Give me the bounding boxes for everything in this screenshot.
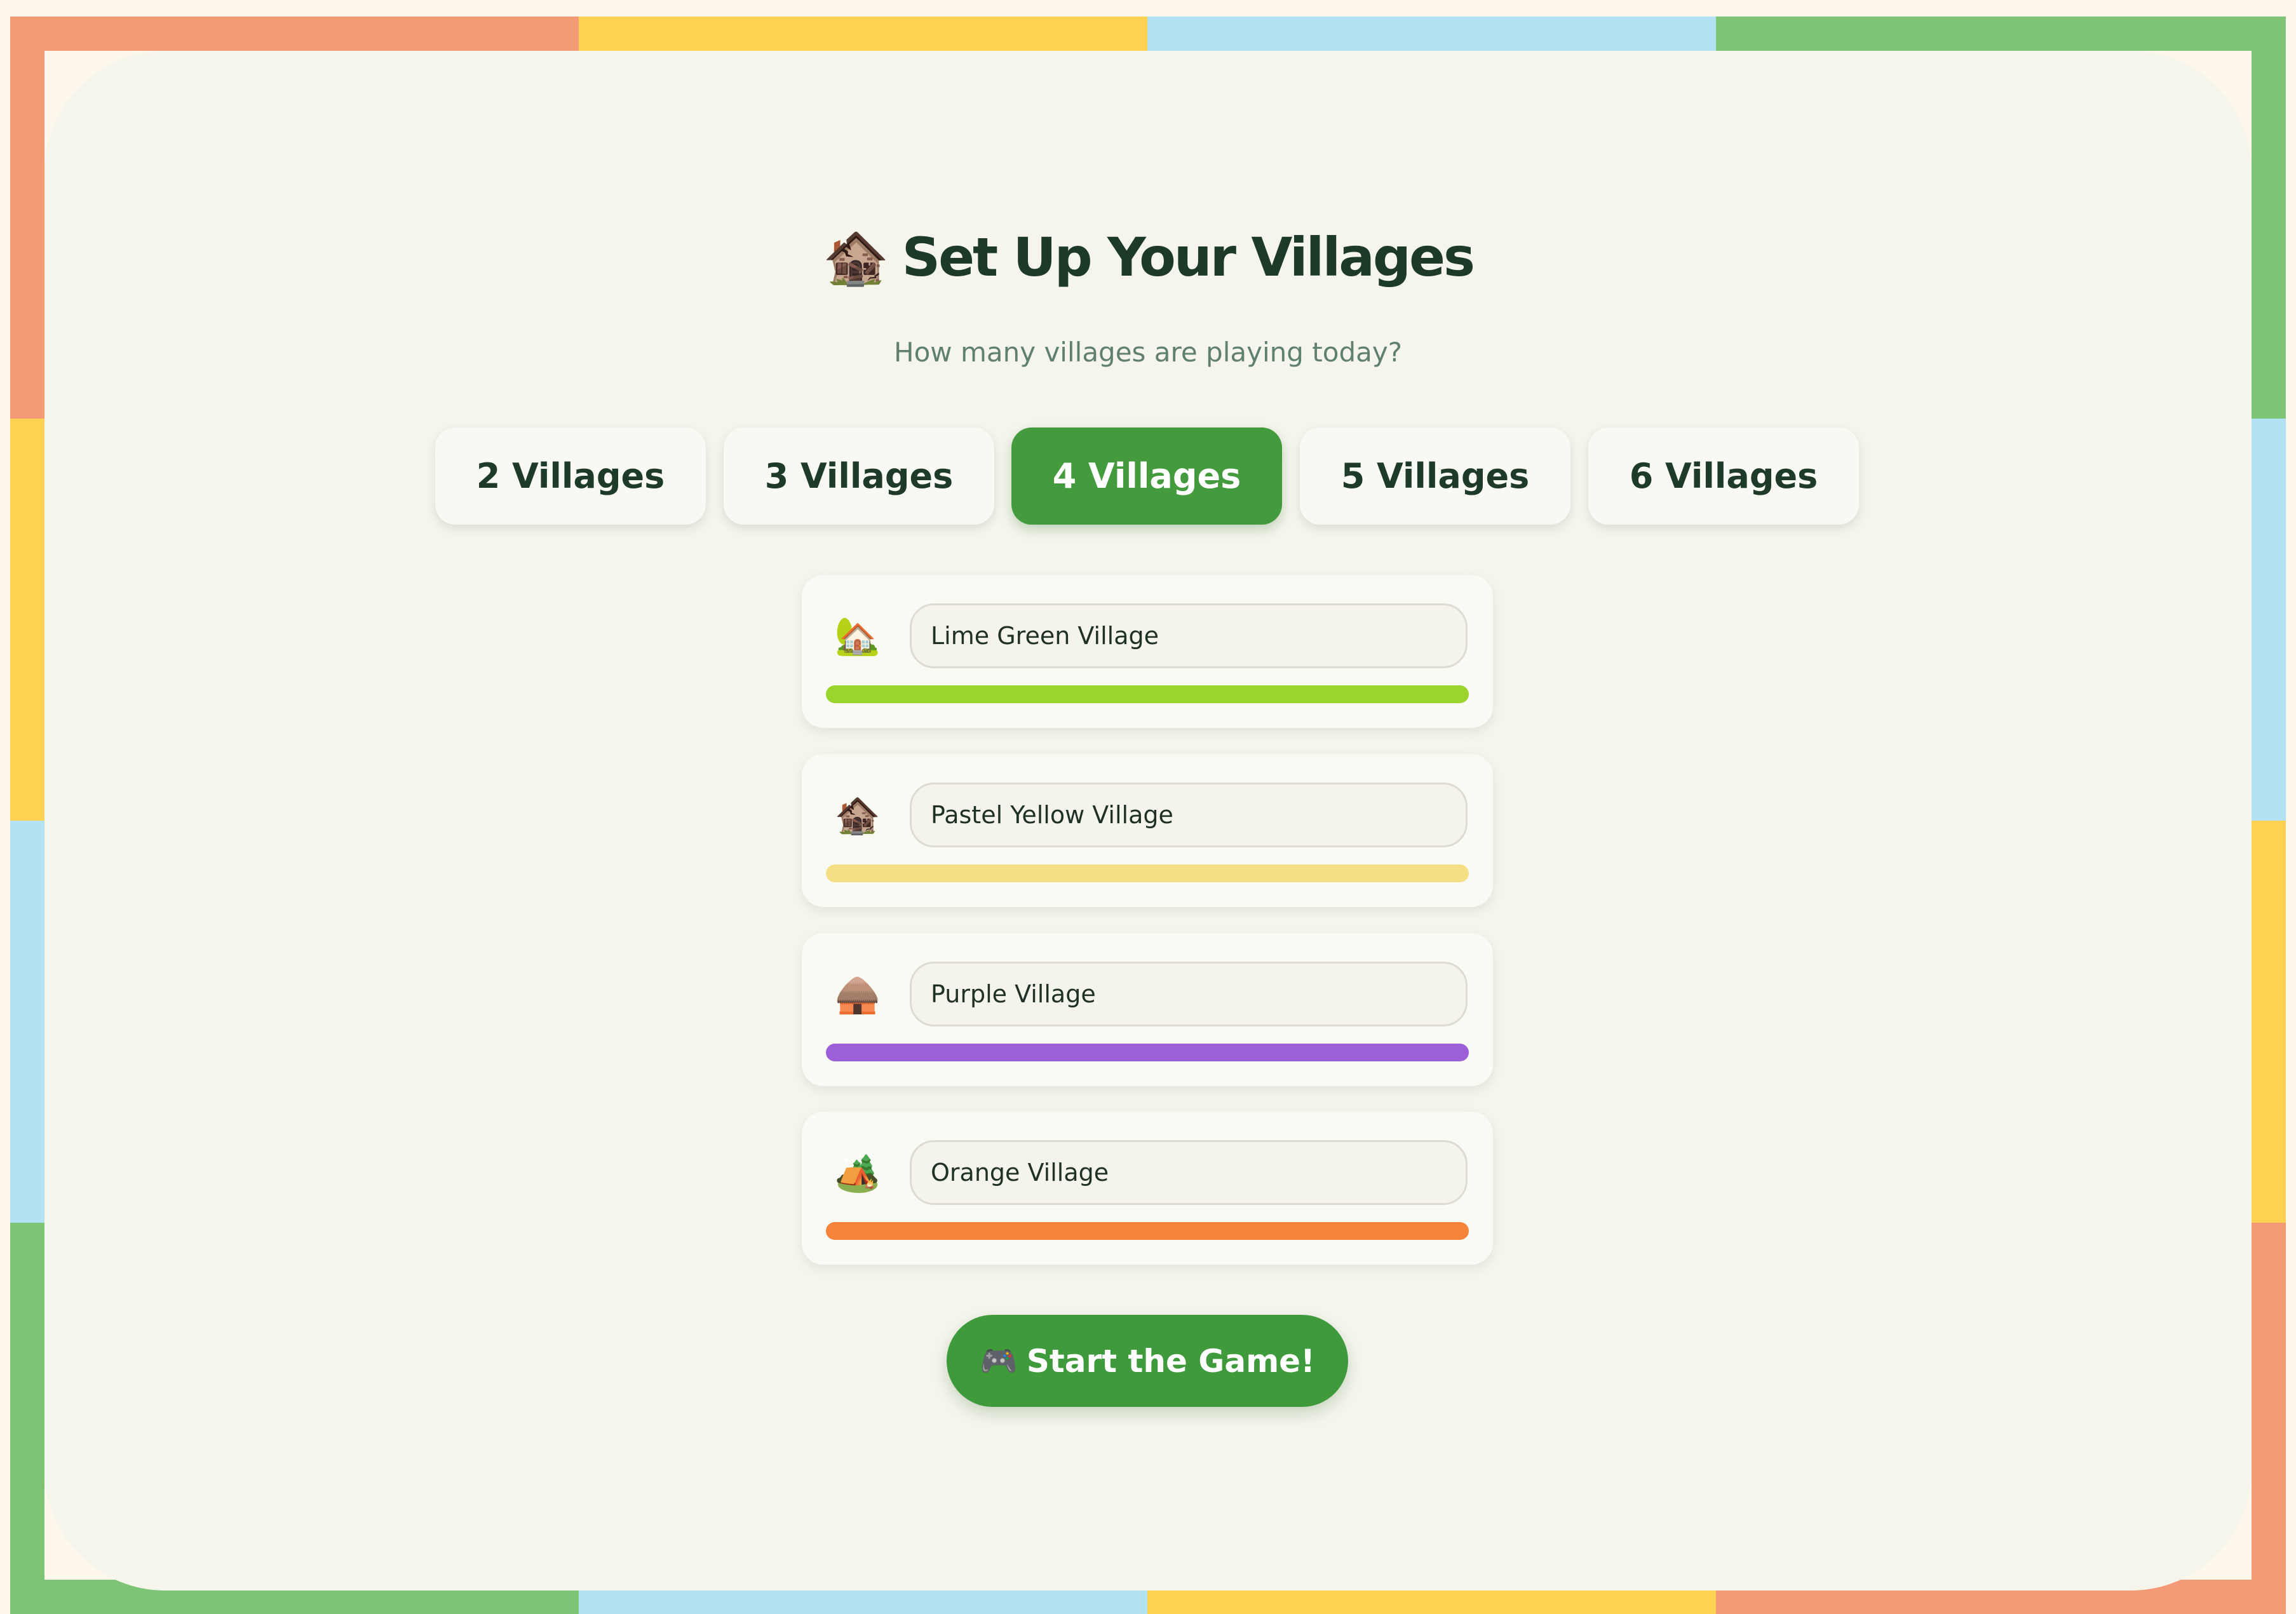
page-subtitle: How many villages are playing today? (894, 337, 1402, 368)
house-icon: 🏚️ (822, 225, 889, 288)
border-top-segment (1716, 17, 2286, 51)
hut-icon: 🛖 (834, 972, 881, 1016)
page-title-text: Set Up Your Villages (902, 226, 1475, 288)
village-count-option-3[interactable]: 3 Villages (724, 427, 994, 525)
start-game-button[interactable]: 🎮 Start the Game! (947, 1315, 1348, 1407)
village-card-4: 🏕️ (802, 1112, 1493, 1265)
village-color-bar-4 (826, 1222, 1469, 1240)
border-top-segment (1147, 17, 1716, 51)
border-left-segment (10, 821, 44, 1223)
village-color-bar-2 (826, 864, 1469, 882)
page-title: 🏚️ Set Up Your Villages (0, 216, 2296, 299)
village-count-option-2[interactable]: 2 Villages (435, 427, 706, 525)
house-icon: 🏚️ (834, 793, 881, 837)
village-count-option-4[interactable]: 4 Villages (1011, 427, 1282, 525)
village-name-input-4[interactable] (910, 1140, 1468, 1205)
village-card-1: 🏡 (802, 575, 1493, 728)
village-card-3: 🛖 (802, 933, 1493, 1086)
village-name-input-2[interactable] (910, 783, 1468, 847)
border-top-segment (579, 17, 1147, 51)
village-card-2: 🏚️ (802, 754, 1493, 907)
village-color-bar-3 (826, 1044, 1469, 1061)
border-right-segment (2252, 419, 2286, 821)
border-right-segment (2252, 821, 2286, 1223)
game-controller-icon: 🎮 (980, 1343, 1018, 1379)
border-left-segment (10, 419, 44, 821)
village-color-bar-1 (826, 685, 1469, 703)
border-left-segment (10, 1223, 44, 1614)
village-name-input-1[interactable] (910, 603, 1468, 668)
start-game-label: Start the Game! (1026, 1342, 1315, 1380)
house-with-tree-icon: 🏡 (834, 614, 881, 657)
border-top-segment (10, 17, 579, 51)
border-right-segment (2252, 1223, 2286, 1614)
village-count-option-5[interactable]: 5 Villages (1300, 427, 1570, 525)
village-name-input-3[interactable] (910, 962, 1468, 1026)
camping-tent-icon: 🏕️ (834, 1150, 881, 1194)
village-count-option-6[interactable]: 6 Villages (1588, 427, 1859, 525)
